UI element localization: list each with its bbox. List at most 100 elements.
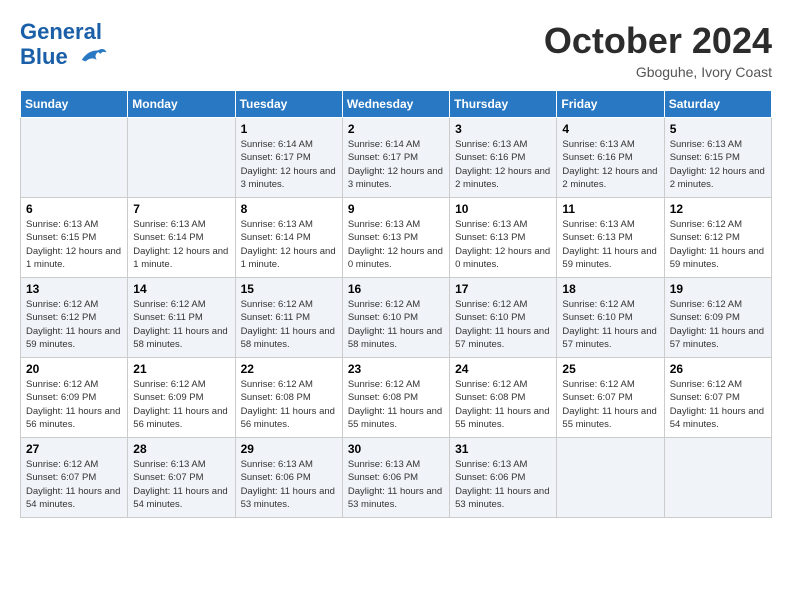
day-info: Sunrise: 6:12 AM Sunset: 6:07 PM Dayligh… (562, 378, 658, 431)
day-number: 26 (670, 362, 766, 376)
calendar-cell: 22 Sunrise: 6:12 AM Sunset: 6:08 PM Dayli… (235, 358, 342, 438)
day-number: 13 (26, 282, 122, 296)
location: Gboguhe, Ivory Coast (544, 64, 772, 80)
day-number: 16 (348, 282, 444, 296)
weekday-header-sunday: Sunday (21, 91, 128, 118)
calendar-cell: 16 Sunrise: 6:12 AM Sunset: 6:10 PM Dayli… (342, 278, 449, 358)
day-info: Sunrise: 6:14 AM Sunset: 6:17 PM Dayligh… (241, 138, 337, 191)
day-info: Sunrise: 6:12 AM Sunset: 6:07 PM Dayligh… (26, 458, 122, 511)
calendar-cell: 27 Sunrise: 6:12 AM Sunset: 6:07 PM Dayli… (21, 438, 128, 518)
logo: General Blue (20, 20, 108, 72)
day-number: 30 (348, 442, 444, 456)
calendar-cell (128, 118, 235, 198)
calendar-body: 1Sunrise: 6:14 AM Sunset: 6:17 PM Daylig… (21, 118, 772, 518)
day-info: Sunrise: 6:12 AM Sunset: 6:09 PM Dayligh… (670, 298, 766, 351)
calendar-table: SundayMondayTuesdayWednesdayThursdayFrid… (20, 90, 772, 518)
day-info: Sunrise: 6:12 AM Sunset: 6:08 PM Dayligh… (348, 378, 444, 431)
day-info: Sunrise: 6:12 AM Sunset: 6:10 PM Dayligh… (348, 298, 444, 351)
day-info: Sunrise: 6:12 AM Sunset: 6:10 PM Dayligh… (562, 298, 658, 351)
calendar-cell: 4 Sunrise: 6:13 AM Sunset: 6:16 PM Daylig… (557, 118, 664, 198)
weekday-header-friday: Friday (557, 91, 664, 118)
calendar-cell: 26 Sunrise: 6:12 AM Sunset: 6:07 PM Dayli… (664, 358, 771, 438)
month-title: October 2024 (544, 20, 772, 62)
calendar-cell: 8Sunrise: 6:13 AM Sunset: 6:14 PM Daylig… (235, 198, 342, 278)
day-number: 10 (455, 202, 551, 216)
day-info: Sunrise: 6:13 AM Sunset: 6:14 PM Dayligh… (133, 218, 229, 271)
logo-bird-icon (78, 44, 108, 72)
day-info: Sunrise: 6:13 AM Sunset: 6:14 PM Dayligh… (241, 218, 337, 271)
day-number: 2 (348, 122, 444, 136)
day-number: 14 (133, 282, 229, 296)
calendar-cell: 28Sunrise: 6:13 AM Sunset: 6:07 PM Dayli… (128, 438, 235, 518)
day-number: 4 (562, 122, 658, 136)
calendar-week-row: 27 Sunrise: 6:12 AM Sunset: 6:07 PM Dayli… (21, 438, 772, 518)
calendar-cell: 7 Sunrise: 6:13 AM Sunset: 6:14 PM Daylig… (128, 198, 235, 278)
day-info: Sunrise: 6:13 AM Sunset: 6:06 PM Dayligh… (241, 458, 337, 511)
day-info: Sunrise: 6:12 AM Sunset: 6:09 PM Dayligh… (133, 378, 229, 431)
day-number: 25 (562, 362, 658, 376)
day-info: Sunrise: 6:13 AM Sunset: 6:16 PM Dayligh… (455, 138, 551, 191)
title-block: October 2024 Gboguhe, Ivory Coast (544, 20, 772, 80)
logo-text-blue: Blue (20, 44, 108, 72)
day-number: 28 (133, 442, 229, 456)
day-info: Sunrise: 6:12 AM Sunset: 6:07 PM Dayligh… (670, 378, 766, 431)
day-info: Sunrise: 6:12 AM Sunset: 6:12 PM Dayligh… (26, 298, 122, 351)
page-header: General Blue October 2024 Gboguhe, Ivory… (20, 20, 772, 80)
day-info: Sunrise: 6:14 AM Sunset: 6:17 PM Dayligh… (348, 138, 444, 191)
calendar-cell: 9 Sunrise: 6:13 AM Sunset: 6:13 PM Daylig… (342, 198, 449, 278)
calendar-header: SundayMondayTuesdayWednesdayThursdayFrid… (21, 91, 772, 118)
day-info: Sunrise: 6:13 AM Sunset: 6:06 PM Dayligh… (455, 458, 551, 511)
weekday-header-row: SundayMondayTuesdayWednesdayThursdayFrid… (21, 91, 772, 118)
calendar-cell: 3 Sunrise: 6:13 AM Sunset: 6:16 PM Daylig… (450, 118, 557, 198)
calendar-cell: 23 Sunrise: 6:12 AM Sunset: 6:08 PM Dayli… (342, 358, 449, 438)
calendar-cell: 24 Sunrise: 6:12 AM Sunset: 6:08 PM Dayli… (450, 358, 557, 438)
calendar-week-row: 20 Sunrise: 6:12 AM Sunset: 6:09 PM Dayli… (21, 358, 772, 438)
day-number: 9 (348, 202, 444, 216)
day-info: Sunrise: 6:13 AM Sunset: 6:06 PM Dayligh… (348, 458, 444, 511)
calendar-cell: 12Sunrise: 6:12 AM Sunset: 6:12 PM Dayli… (664, 198, 771, 278)
day-number: 23 (348, 362, 444, 376)
calendar-cell: 11Sunrise: 6:13 AM Sunset: 6:13 PM Dayli… (557, 198, 664, 278)
day-number: 27 (26, 442, 122, 456)
day-number: 18 (562, 282, 658, 296)
calendar-cell: 19 Sunrise: 6:12 AM Sunset: 6:09 PM Dayli… (664, 278, 771, 358)
day-info: Sunrise: 6:12 AM Sunset: 6:10 PM Dayligh… (455, 298, 551, 351)
day-info: Sunrise: 6:12 AM Sunset: 6:08 PM Dayligh… (455, 378, 551, 431)
calendar-cell: 10 Sunrise: 6:13 AM Sunset: 6:13 PM Dayli… (450, 198, 557, 278)
weekday-header-saturday: Saturday (664, 91, 771, 118)
weekday-header-thursday: Thursday (450, 91, 557, 118)
calendar-cell: 21Sunrise: 6:12 AM Sunset: 6:09 PM Dayli… (128, 358, 235, 438)
weekday-header-tuesday: Tuesday (235, 91, 342, 118)
calendar-week-row: 1Sunrise: 6:14 AM Sunset: 6:17 PM Daylig… (21, 118, 772, 198)
calendar-cell: 15 Sunrise: 6:12 AM Sunset: 6:11 PM Dayli… (235, 278, 342, 358)
day-number: 3 (455, 122, 551, 136)
day-info: Sunrise: 6:13 AM Sunset: 6:15 PM Dayligh… (670, 138, 766, 191)
day-info: Sunrise: 6:13 AM Sunset: 6:16 PM Dayligh… (562, 138, 658, 191)
calendar-cell: 20 Sunrise: 6:12 AM Sunset: 6:09 PM Dayli… (21, 358, 128, 438)
calendar-cell: 13 Sunrise: 6:12 AM Sunset: 6:12 PM Dayli… (21, 278, 128, 358)
day-number: 7 (133, 202, 229, 216)
day-number: 31 (455, 442, 551, 456)
day-number: 5 (670, 122, 766, 136)
day-number: 22 (241, 362, 337, 376)
day-number: 24 (455, 362, 551, 376)
day-info: Sunrise: 6:12 AM Sunset: 6:12 PM Dayligh… (670, 218, 766, 271)
day-info: Sunrise: 6:13 AM Sunset: 6:13 PM Dayligh… (455, 218, 551, 271)
weekday-header-monday: Monday (128, 91, 235, 118)
day-number: 6 (26, 202, 122, 216)
day-number: 29 (241, 442, 337, 456)
calendar-cell: 2 Sunrise: 6:14 AM Sunset: 6:17 PM Daylig… (342, 118, 449, 198)
day-info: Sunrise: 6:12 AM Sunset: 6:09 PM Dayligh… (26, 378, 122, 431)
day-info: Sunrise: 6:12 AM Sunset: 6:08 PM Dayligh… (241, 378, 337, 431)
calendar-cell (21, 118, 128, 198)
calendar-cell: 29 Sunrise: 6:13 AM Sunset: 6:06 PM Dayli… (235, 438, 342, 518)
day-info: Sunrise: 6:13 AM Sunset: 6:13 PM Dayligh… (348, 218, 444, 271)
calendar-cell: 5 Sunrise: 6:13 AM Sunset: 6:15 PM Daylig… (664, 118, 771, 198)
calendar-cell: 30 Sunrise: 6:13 AM Sunset: 6:06 PM Dayli… (342, 438, 449, 518)
day-number: 20 (26, 362, 122, 376)
day-number: 19 (670, 282, 766, 296)
calendar-cell: 6Sunrise: 6:13 AM Sunset: 6:15 PM Daylig… (21, 198, 128, 278)
logo-text: General (20, 20, 108, 44)
day-info: Sunrise: 6:12 AM Sunset: 6:11 PM Dayligh… (241, 298, 337, 351)
day-number: 15 (241, 282, 337, 296)
